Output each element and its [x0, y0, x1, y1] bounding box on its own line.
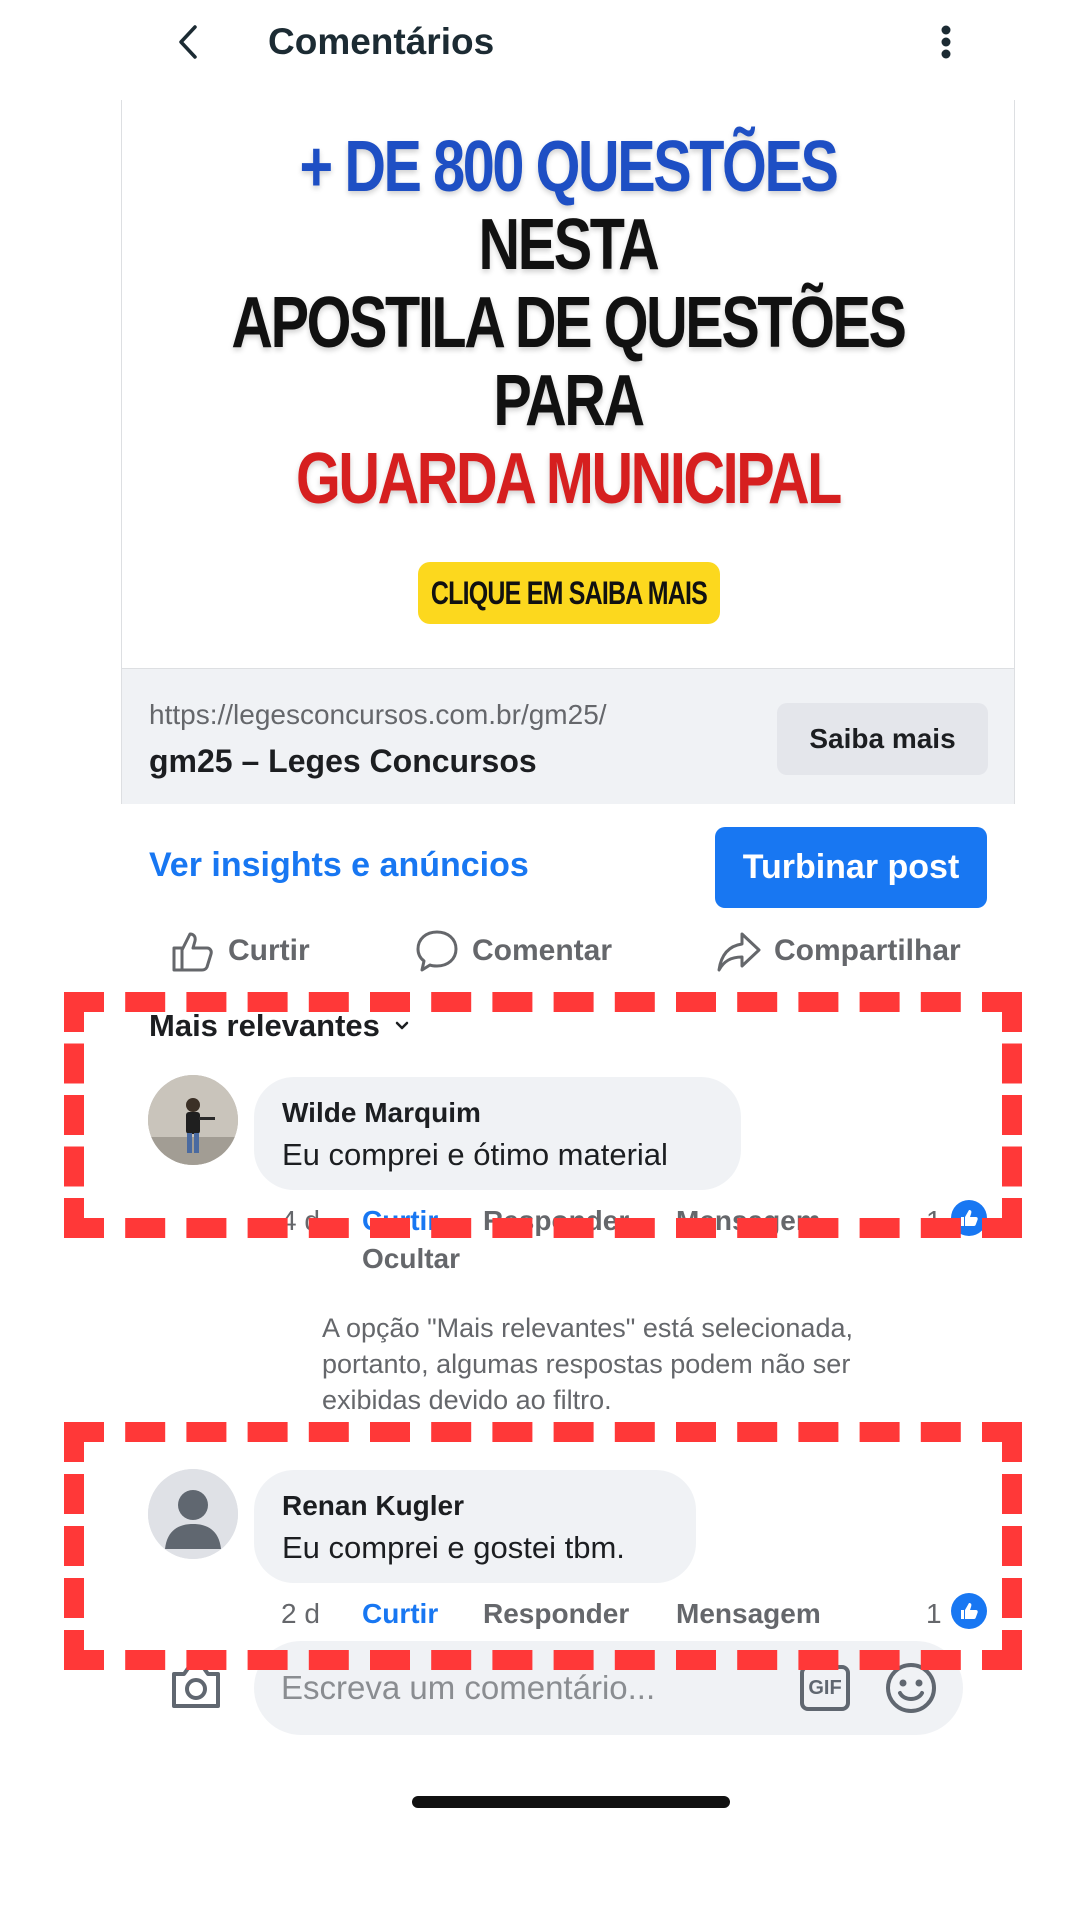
highlight-box-comment-2 — [64, 1422, 1022, 1670]
back-icon — [179, 25, 197, 59]
ad-image[interactable]: + DE 800 QUESTÕES NESTA APOSTILA DE QUES… — [122, 100, 1014, 668]
ad-cta-badge: CLIQUE EM SAIBA MAIS — [418, 562, 720, 624]
home-indicator — [412, 1796, 730, 1808]
share-action-label: Compartilhar — [774, 934, 961, 967]
ad-headline: + DE 800 QUESTÕES NESTA APOSTILA DE QUES… — [211, 128, 925, 518]
link-url: https://legesconcursos.com.br/gm25/ — [149, 699, 607, 730]
page-title: Comentários — [268, 21, 495, 62]
comment-icon — [416, 930, 458, 972]
back-button[interactable] — [168, 18, 208, 66]
more-vertical-icon — [941, 25, 951, 59]
comment-action-button[interactable]: Comentar — [414, 925, 612, 977]
like-action-button[interactable]: Curtir — [170, 925, 310, 977]
view-insights-link[interactable]: Ver insights e anúncios — [149, 846, 529, 885]
headline-line2: APOSTILA DE QUESTÕES PARA — [231, 283, 907, 441]
share-action-button[interactable]: Compartilhar — [716, 925, 961, 977]
like-action-label: Curtir — [228, 934, 310, 967]
headline-highlight: + DE 800 QUESTÕES — [299, 127, 838, 207]
headline-line1-end: NESTA — [478, 205, 660, 285]
headline-line3: GUARDA MUNICIPAL — [296, 439, 842, 519]
share-icon — [717, 932, 761, 972]
top-bar: Comentários — [0, 0, 1080, 84]
like-icon — [172, 932, 213, 972]
boost-post-button[interactable]: Turbinar post — [715, 827, 987, 908]
filter-notice: A opção "Mais relevantes" está seleciona… — [322, 1313, 853, 1415]
link-preview[interactable]: https://legesconcursos.com.br/gm25/ gm25… — [122, 668, 1014, 804]
learn-more-button[interactable]: Saiba mais — [777, 703, 988, 775]
more-options-button[interactable] — [926, 18, 966, 66]
comment-action-label: Comentar — [472, 934, 613, 967]
ad-cta-label: CLIQUE EM SAIBA MAIS — [430, 574, 708, 611]
highlight-box-comment-1 — [64, 992, 1022, 1238]
link-title: gm25 – Leges Concursos — [149, 743, 537, 779]
ad-creative[interactable]: + DE 800 QUESTÕES NESTA APOSTILA DE QUES… — [121, 100, 1015, 804]
comment-hide-button[interactable]: Ocultar — [362, 1243, 460, 1275]
gif-icon[interactable]: GIF — [800, 1665, 850, 1711]
